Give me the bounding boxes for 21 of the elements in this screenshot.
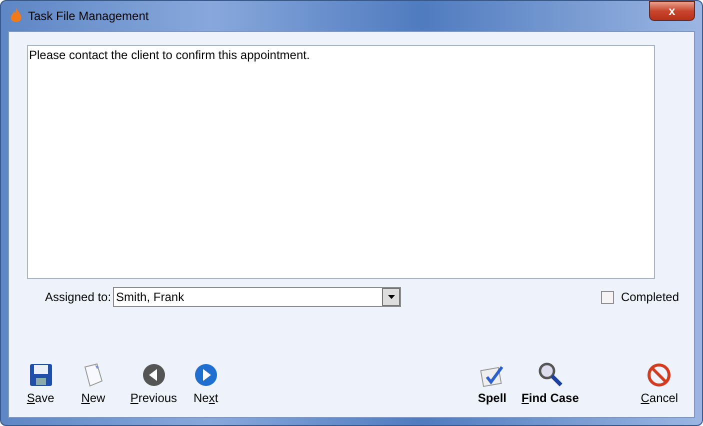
find-button[interactable]: Find Case — [516, 361, 585, 405]
completed-checkbox[interactable] — [600, 290, 614, 304]
spell-check-icon — [479, 363, 506, 387]
assigned-value: Smith, Frank — [115, 290, 186, 304]
note-field[interactable]: Please contact the client to confirm this appointment. — [27, 45, 655, 279]
previous-button[interactable]: Previous — [120, 363, 188, 405]
no-entry-icon — [647, 363, 672, 387]
close-button[interactable]: x — [649, 1, 695, 21]
spell-button[interactable]: Spell — [468, 363, 516, 405]
caret-icon — [388, 295, 395, 299]
save-button[interactable]: Save — [15, 363, 66, 405]
window-title: Task File Management — [28, 9, 150, 23]
dropdown-button[interactable] — [382, 288, 400, 306]
assigned-label: Assigned to: — [45, 290, 112, 304]
new-button[interactable]: New — [66, 363, 120, 405]
assigned-dropdown[interactable]: Smith, Frank — [113, 287, 402, 307]
magnifier-icon — [537, 361, 564, 387]
completed-label: Completed — [620, 290, 679, 304]
flame-icon — [10, 8, 22, 24]
next-button[interactable]: Next — [187, 363, 225, 405]
cancel-button[interactable]: Cancel — [634, 363, 685, 405]
